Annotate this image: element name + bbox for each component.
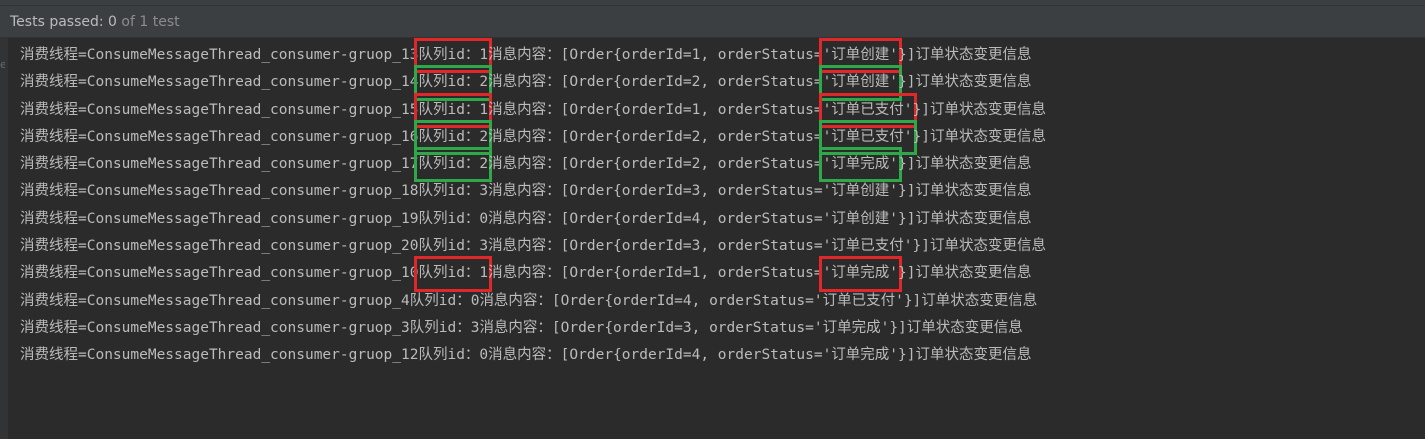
thread-name: 消费线程=ConsumeMessageThread_consumer-gruop… bbox=[20, 319, 410, 336]
message-content: 消息内容：[Order{orderId=3, orderStatus= bbox=[488, 183, 823, 200]
message-suffix: }]订单状态变更信息 bbox=[898, 47, 1032, 63]
thread-name: 消费线程=ConsumeMessageThread_consumer-gruop… bbox=[20, 101, 419, 118]
thread-name: 消费线程=ConsumeMessageThread_consumer-gruop… bbox=[20, 74, 419, 91]
message-suffix: }]订单状态变更信息 bbox=[898, 183, 1032, 200]
message-suffix: }]订单状态变更信息 bbox=[889, 319, 1023, 336]
order-status: '订单已支付' bbox=[813, 292, 904, 309]
order-status: '订单已支付' bbox=[818, 92, 917, 128]
order-status: '订单完成' bbox=[822, 347, 899, 364]
message-content: 消息内容：[Order{orderId=1, orderStatus= bbox=[488, 47, 823, 63]
tests-passed-status: Tests passed: 0 of 1 test bbox=[10, 14, 180, 30]
console-line: 消费线程=ConsumeMessageThread_consumer-gruop… bbox=[20, 119, 1425, 156]
console-line: 消费线程=ConsumeMessageThread_consumer-gruop… bbox=[20, 147, 1425, 183]
message-suffix: }]订单状态变更信息 bbox=[912, 101, 1047, 118]
message-content: 消息内容：[Order{orderId=1, orderStatus= bbox=[488, 265, 823, 282]
order-status: '订单完成' bbox=[813, 319, 890, 336]
queue-id: 队列id：3 bbox=[418, 183, 489, 200]
console-line: 消费线程=ConsumeMessageThread_consumer-gruop… bbox=[20, 37, 1425, 74]
console-output[interactable]: 消费线程=ConsumeMessageThread_consumer-gruop… bbox=[20, 37, 1425, 370]
queue-id: 队列id：0 bbox=[409, 292, 480, 309]
thread-name: 消费线程=ConsumeMessageThread_consumer-gruop… bbox=[20, 210, 419, 227]
console-line: 消费线程=ConsumeMessageThread_consumer-gruop… bbox=[20, 233, 1425, 260]
message-content: 消息内容：[Order{orderId=3, orderStatus= bbox=[479, 319, 814, 336]
console-line: 消费线程=ConsumeMessageThread_consumer-gruop… bbox=[20, 342, 1425, 369]
test-status-bar: Tests passed: 0 of 1 test bbox=[0, 6, 1425, 38]
console-line: 消费线程=ConsumeMessageThread_consumer-gruop… bbox=[20, 65, 1425, 101]
queue-id: 队列id：3 bbox=[409, 319, 480, 336]
message-content: 消息内容：[Order{orderId=1, orderStatus= bbox=[488, 101, 823, 118]
thread-name: 消费线程=ConsumeMessageThread_consumer-gruop… bbox=[20, 292, 410, 309]
thread-name: 消费线程=ConsumeMessageThread_consumer-gruop… bbox=[20, 183, 419, 200]
queue-id: 队列id：0 bbox=[418, 210, 489, 227]
order-status: '订单完成' bbox=[818, 147, 903, 183]
queue-id: 队列id：3 bbox=[418, 238, 489, 255]
order-status: '订单创建' bbox=[822, 210, 899, 227]
console-line: 消费线程=ConsumeMessageThread_consumer-gruop… bbox=[20, 92, 1425, 128]
order-status: '订单已支付' bbox=[822, 238, 913, 255]
message-content: 消息内容：[Order{orderId=4, orderStatus= bbox=[479, 292, 814, 309]
message-suffix: }]订单状态变更信息 bbox=[898, 210, 1032, 227]
queue-id: 队列id：0 bbox=[418, 347, 489, 364]
queue-id: 队列id：1 bbox=[414, 92, 493, 128]
console-line: 消费线程=ConsumeMessageThread_consumer-gruop… bbox=[20, 315, 1425, 342]
message-suffix: }]订单状态变更信息 bbox=[898, 156, 1032, 173]
thread-name: 消费线程=ConsumeMessageThread_consumer-gruop… bbox=[20, 347, 419, 364]
message-suffix: }]订单状态变更信息 bbox=[903, 292, 1038, 309]
console-line: 消费线程=ConsumeMessageThread_consumer-gruop… bbox=[20, 206, 1425, 233]
thread-name: 消费线程=ConsumeMessageThread_consumer-gruop… bbox=[20, 238, 419, 255]
tests-total: of 1 test bbox=[121, 13, 180, 30]
left-gutter: e bbox=[0, 38, 8, 439]
queue-id: 队列id：2 bbox=[414, 119, 493, 156]
message-content: 消息内容：[Order{orderId=2, orderStatus= bbox=[488, 156, 823, 173]
console-line: 消费线程=ConsumeMessageThread_consumer-gruop… bbox=[20, 178, 1425, 205]
message-content: 消息内容：[Order{orderId=4, orderStatus= bbox=[488, 347, 823, 364]
console-line: 消费线程=ConsumeMessageThread_consumer-gruop… bbox=[20, 256, 1425, 292]
tests-passed-label: Tests passed: bbox=[10, 13, 104, 30]
thread-name: 消费线程=ConsumeMessageThread_consumer-gruop… bbox=[20, 47, 419, 63]
message-content: 消息内容：[Order{orderId=2, orderStatus= bbox=[488, 74, 823, 91]
message-suffix: }]订单状态变更信息 bbox=[898, 265, 1032, 282]
order-status: '订单创建' bbox=[822, 183, 899, 200]
message-content: 消息内容：[Order{orderId=3, orderStatus= bbox=[488, 238, 823, 255]
thread-name: 消费线程=ConsumeMessageThread_consumer-gruop… bbox=[20, 156, 419, 173]
message-content: 消息内容：[Order{orderId=2, orderStatus= bbox=[488, 128, 823, 145]
message-content: 消息内容：[Order{orderId=4, orderStatus= bbox=[488, 210, 823, 227]
thread-name: 消费线程=ConsumeMessageThread_consumer-gruop… bbox=[20, 128, 419, 145]
tests-passed-count: 0 bbox=[108, 13, 117, 30]
queue-id: 队列id：2 bbox=[414, 65, 493, 101]
message-suffix: }]订单状态变更信息 bbox=[898, 74, 1032, 91]
message-suffix: }]订单状态变更信息 bbox=[912, 128, 1047, 145]
thread-name: 消费线程=ConsumeMessageThread_consumer-gruop… bbox=[20, 265, 419, 282]
order-status: '订单创建' bbox=[818, 37, 903, 74]
order-status: '订单创建' bbox=[818, 65, 903, 101]
console-line: 消费线程=ConsumeMessageThread_consumer-gruop… bbox=[20, 288, 1425, 315]
queue-id: 队列id：2 bbox=[414, 147, 493, 183]
gutter-letter: e bbox=[0, 58, 5, 71]
order-status: '订单已支付' bbox=[818, 119, 917, 156]
order-status: '订单完成' bbox=[818, 256, 903, 292]
message-suffix: }]订单状态变更信息 bbox=[912, 238, 1047, 255]
queue-id: 队列id：1 bbox=[414, 256, 493, 292]
message-suffix: }]订单状态变更信息 bbox=[898, 347, 1032, 364]
queue-id: 队列id：1 bbox=[414, 37, 493, 74]
